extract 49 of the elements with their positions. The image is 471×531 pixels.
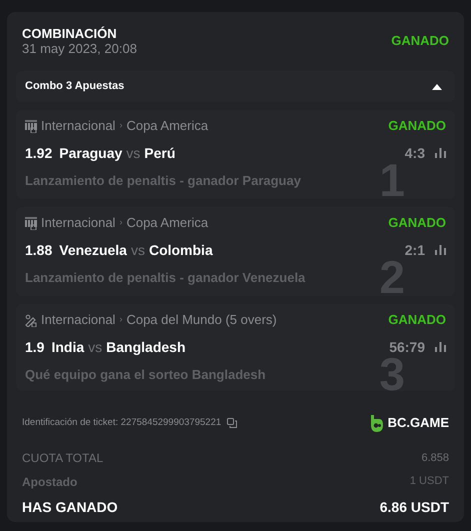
fifa-icon (25, 216, 37, 230)
team-name: Venezuela (59, 240, 127, 260)
stats-icon[interactable] (435, 342, 446, 352)
total-value: 6.858 (421, 450, 449, 466)
tournament-name: Copa del Mundo (5 overs) (126, 311, 277, 330)
team-name: Bangladesh (106, 338, 186, 357)
market-description: Qué equipo gana el sorteo Bangladesh (25, 366, 266, 384)
league-name: Internacional (41, 214, 116, 232)
tournament-name: Copa America (126, 117, 208, 136)
league-name: Internacional (41, 117, 116, 136)
ticket-id: Identificación de ticket: 2275845299903795221 (22, 416, 222, 430)
brand-name: BC.GAME (388, 414, 449, 432)
status-label: GANADO (391, 32, 449, 50)
bet-date: 31 may 2023, 20:08 (22, 41, 137, 56)
match-score: 56:79 (389, 338, 425, 356)
league-name: Internacional (41, 311, 116, 330)
odds-value: 1.9 (25, 338, 44, 356)
stats-icon[interactable] (435, 148, 446, 158)
match-score: 4:3 (404, 144, 425, 162)
cricket-icon (25, 314, 37, 326)
team-name: Colombia (148, 240, 213, 260)
match-score: 2:1 (404, 240, 425, 260)
stats-icon[interactable] (435, 245, 446, 255)
card-title: COMBINACIÓN (22, 26, 118, 41)
market-description: Lanzamiento de penaltis - ganador Paraguay (25, 172, 301, 190)
team-name: Perú (144, 144, 176, 162)
fifa-icon (25, 120, 37, 132)
odds-value: 1.88 (25, 240, 52, 260)
copy-icon[interactable] (227, 418, 238, 428)
vs-label: vs (88, 338, 102, 356)
status-label: GANADO (388, 117, 446, 136)
vs-label: vs (130, 240, 145, 260)
total-value: 6.86 USDT (380, 498, 449, 516)
tournament-name: Copa America (126, 214, 208, 232)
status-label: GANADO (388, 311, 446, 330)
vs-label: vs (126, 144, 140, 162)
total-value: 1 USDT (410, 474, 449, 490)
team-name: Paraguay (59, 144, 122, 163)
team-name: India (51, 338, 84, 356)
odds-value: 1.92 (25, 144, 52, 162)
market-description: Lanzamiento de penaltis - ganador Venezuela (25, 269, 306, 287)
total-label: HAS GANADO (22, 498, 118, 516)
separator-icon: › (119, 119, 122, 133)
total-label: Apostado (22, 474, 78, 490)
status-label: GANADO (388, 214, 446, 232)
logo-icon (370, 414, 383, 432)
separator-icon: › (119, 216, 122, 230)
separator-icon: › (119, 313, 122, 327)
total-label: CUOTA TOTAL (22, 450, 104, 467)
